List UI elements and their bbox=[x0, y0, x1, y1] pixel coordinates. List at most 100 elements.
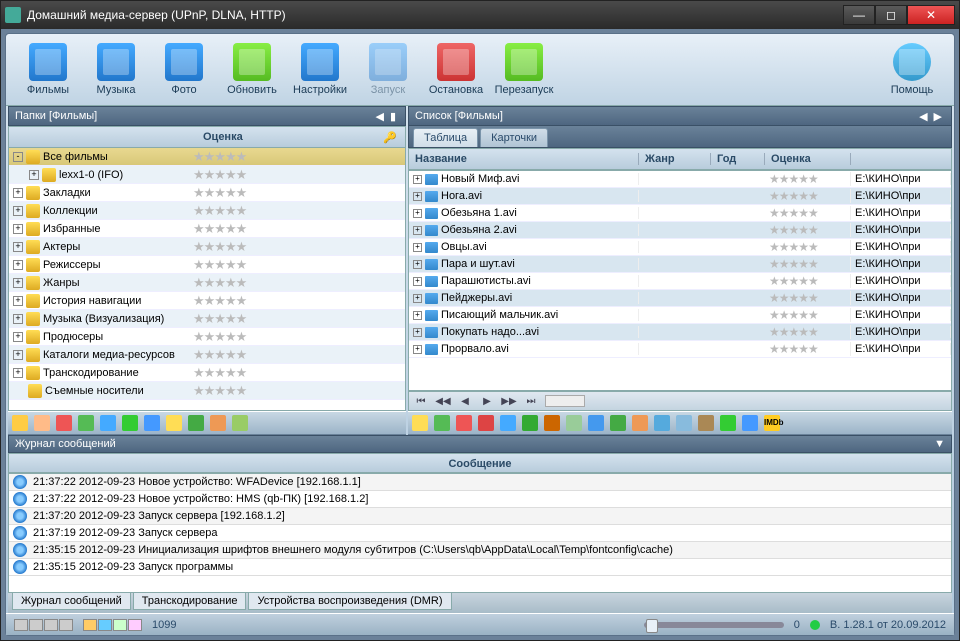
tb-icon[interactable] bbox=[100, 415, 116, 431]
expand-icon[interactable]: + bbox=[413, 209, 422, 218]
tb-icon[interactable] bbox=[78, 415, 94, 431]
folder-row[interactable]: -Все фильмы★★★★★ bbox=[9, 148, 405, 166]
tb-open-icon[interactable] bbox=[166, 415, 182, 431]
expand-icon[interactable]: + bbox=[413, 243, 422, 252]
rating-stars[interactable]: ★★★★★ bbox=[765, 240, 851, 254]
expand-icon[interactable]: + bbox=[13, 350, 23, 360]
music-button[interactable]: Музыка bbox=[84, 38, 148, 102]
help-button[interactable]: Помощь bbox=[880, 38, 944, 102]
folder-row[interactable]: +Музыка (Визуализация)★★★★★ bbox=[9, 310, 405, 328]
tb-icon[interactable] bbox=[232, 415, 248, 431]
minimize-button[interactable]: — bbox=[843, 5, 875, 25]
tb-icon[interactable] bbox=[632, 415, 648, 431]
folder-tree[interactable]: -Все фильмы★★★★★+lexx1-0 (IFO)★★★★★+Закл… bbox=[8, 148, 406, 411]
expand-icon[interactable]: + bbox=[13, 242, 23, 252]
tb-remove-icon[interactable] bbox=[478, 415, 494, 431]
rating-stars[interactable]: ★★★★★ bbox=[765, 291, 851, 305]
tb-icon[interactable] bbox=[654, 415, 670, 431]
rating-stars[interactable]: ★★★★★ bbox=[765, 223, 851, 237]
file-row[interactable]: +Обезьяна 2.avi★★★★★E:\КИНО\при bbox=[409, 222, 951, 239]
log-row[interactable]: 21:37:19 2012-09-23 Запуск сервера bbox=[9, 525, 951, 542]
status-slider[interactable] bbox=[644, 622, 784, 628]
file-row[interactable]: +Пара и шут.avi★★★★★E:\КИНО\при bbox=[409, 256, 951, 273]
photo-button[interactable]: Фото bbox=[152, 38, 216, 102]
titlebar[interactable]: Домашний медиа-сервер (UPnP, DLNA, HTTP)… bbox=[1, 1, 959, 29]
tb-icon[interactable] bbox=[188, 415, 204, 431]
rating-stars[interactable]: ★★★★★ bbox=[765, 325, 851, 339]
nav-last-icon[interactable]: ⏭ bbox=[523, 394, 539, 408]
scroll-grip[interactable] bbox=[545, 395, 585, 407]
settings-button[interactable]: Настройки bbox=[288, 38, 352, 102]
tb-icon[interactable] bbox=[588, 415, 604, 431]
tb-save-icon[interactable] bbox=[144, 415, 160, 431]
expand-icon[interactable]: + bbox=[413, 328, 422, 337]
rating-stars[interactable]: ★★★★★ bbox=[189, 167, 405, 183]
expand-icon[interactable]: + bbox=[29, 170, 39, 180]
expand-icon[interactable]: + bbox=[413, 345, 422, 354]
rating-stars[interactable]: ★★★★★ bbox=[189, 365, 405, 381]
rating-stars[interactable]: ★★★★★ bbox=[189, 185, 405, 201]
folder-row[interactable]: +Избранные★★★★★ bbox=[9, 220, 405, 238]
expand-icon[interactable]: + bbox=[413, 311, 422, 320]
rating-stars[interactable]: ★★★★★ bbox=[765, 342, 851, 356]
nav-prev-icon[interactable]: ◀ bbox=[457, 394, 473, 408]
expand-icon[interactable]: + bbox=[413, 226, 422, 235]
tb-icon[interactable] bbox=[500, 415, 516, 431]
file-row[interactable]: +Писающий мальчик.avi★★★★★E:\КИНО\при bbox=[409, 307, 951, 324]
rating-stars[interactable]: ★★★★★ bbox=[189, 149, 405, 165]
tb-icon[interactable] bbox=[56, 415, 72, 431]
tb-icon[interactable] bbox=[566, 415, 582, 431]
refresh-button[interactable]: Обновить bbox=[220, 38, 284, 102]
rating-stars[interactable]: ★★★★★ bbox=[189, 383, 405, 399]
tb-icon[interactable] bbox=[698, 415, 714, 431]
folder-row[interactable]: +Жанры★★★★★ bbox=[9, 274, 405, 292]
log-row[interactable]: 21:37:22 2012-09-23 Новое устройство: HM… bbox=[9, 491, 951, 508]
folder-row[interactable]: +Каталоги медиа-ресурсов★★★★★ bbox=[9, 346, 405, 364]
tb-icon[interactable] bbox=[210, 415, 226, 431]
file-row[interactable]: +Парашютисты.avi★★★★★E:\КИНО\при bbox=[409, 273, 951, 290]
panel-collapse-left-icon[interactable]: ◀ bbox=[372, 110, 386, 123]
file-row[interactable]: +Пейджеры.avi★★★★★E:\КИНО\при bbox=[409, 290, 951, 307]
nav-next-page-icon[interactable]: ▶▶ bbox=[501, 394, 517, 408]
folder-row[interactable]: +Режиссеры★★★★★ bbox=[9, 256, 405, 274]
rating-stars[interactable]: ★★★★★ bbox=[765, 308, 851, 322]
log-row[interactable]: 21:35:15 2012-09-23 Инициализация шрифто… bbox=[9, 542, 951, 559]
panel-pin-icon[interactable]: ▮ bbox=[387, 110, 399, 123]
expand-icon[interactable]: + bbox=[13, 296, 23, 306]
file-row[interactable]: +Новый Миф.avi★★★★★E:\КИНО\при bbox=[409, 171, 951, 188]
tb-icon[interactable] bbox=[522, 415, 538, 431]
tb-imdb-icon[interactable]: IMDb bbox=[764, 415, 780, 431]
expand-icon[interactable]: + bbox=[413, 192, 422, 201]
log-tab-dmr[interactable]: Устройства воспроизведения (DMR) bbox=[248, 593, 451, 610]
expand-icon[interactable]: + bbox=[13, 260, 23, 270]
tb-icon[interactable] bbox=[544, 415, 560, 431]
rating-stars[interactable]: ★★★★★ bbox=[189, 257, 405, 273]
folder-row[interactable]: +lexx1-0 (IFO)★★★★★ bbox=[9, 166, 405, 184]
nav-prev-page-icon[interactable]: ◀◀ bbox=[435, 394, 451, 408]
tb-icon[interactable] bbox=[434, 415, 450, 431]
tb-icon[interactable] bbox=[12, 415, 28, 431]
tab-cards[interactable]: Карточки bbox=[480, 128, 548, 147]
rating-stars[interactable]: ★★★★★ bbox=[765, 257, 851, 271]
expand-icon[interactable]: + bbox=[413, 175, 422, 184]
tb-icon[interactable] bbox=[122, 415, 138, 431]
tb-play-icon[interactable] bbox=[610, 415, 626, 431]
file-row[interactable]: +Обезьяна 1.avi★★★★★E:\КИНО\при bbox=[409, 205, 951, 222]
tb-delete-icon[interactable] bbox=[456, 415, 472, 431]
rating-stars[interactable]: ★★★★★ bbox=[189, 311, 405, 327]
log-list[interactable]: 21:37:22 2012-09-23 Новое устройство: WF… bbox=[8, 473, 952, 593]
log-row[interactable]: 21:37:20 2012-09-23 Запуск сервера [192.… bbox=[9, 508, 951, 525]
expand-icon[interactable]: + bbox=[413, 294, 422, 303]
log-column[interactable]: Сообщение bbox=[8, 453, 952, 473]
rating-stars[interactable]: ★★★★★ bbox=[189, 203, 405, 219]
tb-icon[interactable] bbox=[676, 415, 692, 431]
rating-stars[interactable]: ★★★★★ bbox=[189, 239, 405, 255]
tb-icon[interactable] bbox=[34, 415, 50, 431]
rating-stars[interactable]: ★★★★★ bbox=[189, 293, 405, 309]
tb-save-icon[interactable] bbox=[742, 415, 758, 431]
folder-row[interactable]: +Закладки★★★★★ bbox=[9, 184, 405, 202]
log-row[interactable]: 21:37:22 2012-09-23 Новое устройство: WF… bbox=[9, 474, 951, 491]
close-button[interactable]: ✕ bbox=[907, 5, 955, 25]
expand-icon[interactable]: + bbox=[13, 368, 23, 378]
file-row[interactable]: +Нога.avi★★★★★E:\КИНО\при bbox=[409, 188, 951, 205]
